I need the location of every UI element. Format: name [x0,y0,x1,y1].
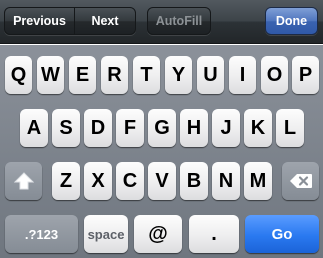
key-q[interactable]: Q [5,56,32,94]
key-a[interactable]: A [20,109,48,147]
key-g[interactable]: G [148,109,176,147]
key-h[interactable]: H [180,109,208,147]
ios-keyboard-screen: { "toolbar": { "previous_label": "Previo… [0,0,323,258]
go-key[interactable]: Go [245,215,319,253]
key-t[interactable]: T [133,56,160,94]
previous-next-segmented-control: Previous Next [4,7,136,35]
key-w[interactable]: W [37,56,64,94]
space-key[interactable]: space [84,215,128,253]
key-y[interactable]: Y [165,56,192,94]
delete-key[interactable] [282,162,319,200]
key-j[interactable]: J [212,109,240,147]
key-m[interactable]: M [244,162,272,200]
key-b[interactable]: B [180,162,208,200]
key-v[interactable]: V [148,162,176,200]
key-p[interactable]: P [292,56,319,94]
key-i[interactable]: I [229,56,256,94]
key-u[interactable]: U [197,56,224,94]
numbers-key[interactable]: .?123 [5,215,78,253]
key-f[interactable]: F [116,109,144,147]
key-s[interactable]: S [52,109,80,147]
shift-arrow-icon [13,172,34,190]
dot-key[interactable]: . [189,215,239,253]
key-r[interactable]: R [101,56,128,94]
at-key[interactable]: @ [134,215,182,253]
keyboard: Q W E R T Y U I O P A S D F G H J K L Z … [0,45,323,258]
space-key-label: space [87,226,125,242]
shift-key[interactable] [5,162,42,200]
form-assistant-toolbar: Previous Next AutoFill Done [0,0,323,44]
previous-button[interactable]: Previous [5,8,75,34]
key-c[interactable]: C [116,162,144,200]
next-button[interactable]: Next [75,8,135,34]
autofill-button[interactable]: AutoFill [147,7,211,35]
key-n[interactable]: N [212,162,240,200]
done-button[interactable]: Done [265,7,318,35]
backspace-icon [289,174,312,188]
key-z[interactable]: Z [52,162,80,200]
key-d[interactable]: D [84,109,112,147]
key-l[interactable]: L [276,109,304,147]
key-k[interactable]: K [244,109,272,147]
key-x[interactable]: X [84,162,112,200]
key-e[interactable]: E [69,56,96,94]
key-o[interactable]: O [261,56,288,94]
